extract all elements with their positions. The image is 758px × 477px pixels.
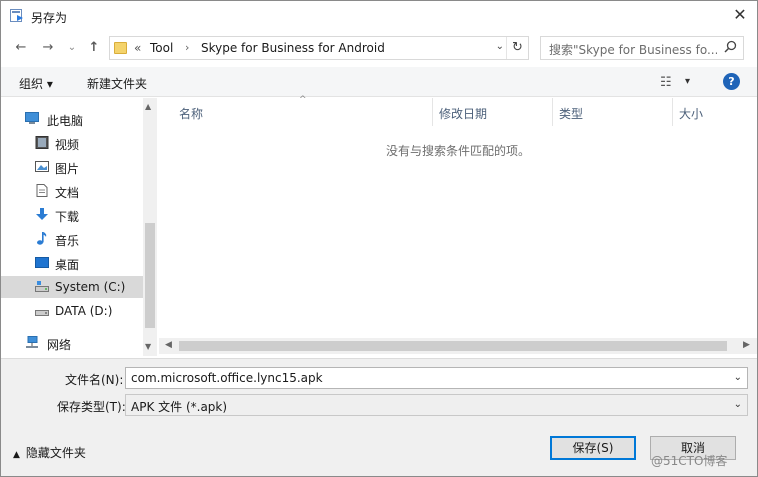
sidebar-item-label: 视频 [55,138,80,152]
column-header-type[interactable]: 类型 [553,98,673,126]
watermark: @51CTO博客 [651,454,728,468]
sidebar-item-videos[interactable]: 视频 [1,132,143,154]
sidebar-scroll-thumb[interactable] [145,223,155,328]
filename-field[interactable]: com.microsoft.office.lync15.apk ⌄ [125,367,748,389]
save-dialog-icon [10,9,23,22]
sidebar-item-data-d[interactable]: DATA (D:) [1,300,143,322]
column-header-size[interactable]: 大小 [673,98,757,126]
help-icon[interactable]: ? [723,73,740,90]
empty-message: 没有与搜索条件匹配的项。 [385,144,530,158]
column-label: 类型 [559,107,584,121]
sidebar-item-label: System (C:) [55,280,126,294]
column-label: 大小 [679,107,704,121]
sidebar-item-system-c[interactable]: System (C:) [1,276,143,298]
hide-folders-label: 隐藏文件夹 [25,446,86,460]
sidebar-item-label: 桌面 [55,258,80,272]
filetype-dropdown-icon[interactable]: ⌄ [734,399,742,410]
filename-dropdown-icon[interactable]: ⌄ [734,372,742,383]
save-as-dialog: 另存为 ✕ ← → ⌄ ↑ « Tool › Skype for Busines… [0,0,758,477]
hide-folders-toggle[interactable]: ▲ 隐藏文件夹 [13,444,86,461]
view-dropdown-icon[interactable]: ▾ [685,76,690,87]
sidebar-item-label: 文档 [55,186,80,200]
filename-label: 文件名(N): [65,373,124,387]
video-icon [35,136,49,149]
chevron-up-icon: ▲ [13,450,20,460]
sidebar-item-label: 图片 [55,162,80,176]
recent-locations-button[interactable]: ⌄ [63,39,81,57]
search-icon[interactable] [724,40,737,57]
forward-button[interactable]: → [39,39,57,57]
sidebar-item-label: 下载 [55,210,80,224]
sort-ascending-icon: ^ [299,95,307,105]
address-dropdown-icon[interactable]: ⌄ [496,41,504,52]
sidebar-item-label: DATA (D:) [55,304,113,318]
view-options-icon[interactable]: ☷ [660,75,672,90]
sidebar-item-pictures[interactable]: 图片 [1,156,143,178]
search-placeholder: 搜索"Skype for Business fo... [549,43,717,57]
sidebar-item-downloads[interactable]: 下载 [1,204,143,226]
documents-icon [36,184,48,197]
computer-icon [25,112,39,124]
pictures-icon [35,161,49,172]
scroll-down-icon[interactable]: ▼ [145,342,151,351]
sidebar-item-desktop[interactable]: 桌面 [1,252,143,274]
close-button[interactable]: ✕ [729,5,751,25]
sidebar-item-label: 此电脑 [47,114,84,128]
sidebar-item-label: 网络 [47,338,72,352]
back-button[interactable]: ← [12,39,30,57]
drive-icon [35,281,49,292]
horizontal-scrollbar[interactable]: ◀ ▶ [159,338,757,354]
filetype-value: APK 文件 (*.apk) [131,400,228,414]
refresh-icon[interactable]: ↻ [506,37,528,59]
scroll-up-icon[interactable]: ▲ [145,102,151,111]
search-input[interactable]: 搜索"Skype for Business fo... [540,36,744,60]
save-button[interactable]: 保存(S) [550,436,636,460]
filetype-label: 保存类型(T): [57,400,126,414]
folder-icon [114,42,127,54]
column-label: 名称 [179,107,204,121]
new-folder-button[interactable]: 新建文件夹 [87,75,147,92]
drive-icon [35,310,49,316]
file-list: 名称 ^ 修改日期 类型 大小 没有与搜索条件匹配的项。 ◀ ▶ [159,95,757,356]
save-options-panel: 文件名(N): com.microsoft.office.lync15.apk … [1,358,757,476]
desktop-icon [35,257,49,268]
scroll-left-icon[interactable]: ◀ [165,340,172,350]
navigation-pane: 此电脑 视频 图片 文档 下载 音乐 桌面 System (C:) DATA (… [1,98,157,358]
column-header-name[interactable]: 名称 ^ [159,95,433,126]
sidebar-item-music[interactable]: 音乐 [1,228,143,250]
up-button[interactable]: ↑ [85,39,103,57]
organize-button[interactable]: 组织 ▾ [19,75,53,92]
breadcrumb-tool[interactable]: Tool [150,41,173,55]
network-icon [26,336,38,348]
filetype-select[interactable]: APK 文件 (*.apk) ⌄ [125,394,748,416]
scroll-right-icon[interactable]: ▶ [743,340,750,350]
sidebar-item-label: 音乐 [55,234,80,248]
sidebar-item-network[interactable]: 网络 [1,332,143,354]
title-bar: 另存为 ✕ [1,1,757,31]
address-bar[interactable]: « Tool › Skype for Business for Android … [109,36,529,60]
sidebar-item-this-pc[interactable]: 此电脑 [1,108,143,130]
command-bar: 组织 ▾ 新建文件夹 ☷ ▾ ? [1,67,757,97]
breadcrumb-separator[interactable]: › [185,41,189,54]
download-icon [36,208,48,220]
filename-value: com.microsoft.office.lync15.apk [131,371,323,385]
column-label: 修改日期 [439,107,488,121]
window-title: 另存为 [31,11,68,25]
music-icon [37,232,47,245]
column-header-date[interactable]: 修改日期 [433,98,553,126]
sidebar-item-documents[interactable]: 文档 [1,180,143,202]
breadcrumb-current[interactable]: Skype for Business for Android [201,41,385,55]
breadcrumb-overflow[interactable]: « [134,41,141,55]
horizontal-scroll-thumb[interactable] [179,341,727,351]
sidebar-scrollbar[interactable]: ▲ ▼ [143,98,157,356]
